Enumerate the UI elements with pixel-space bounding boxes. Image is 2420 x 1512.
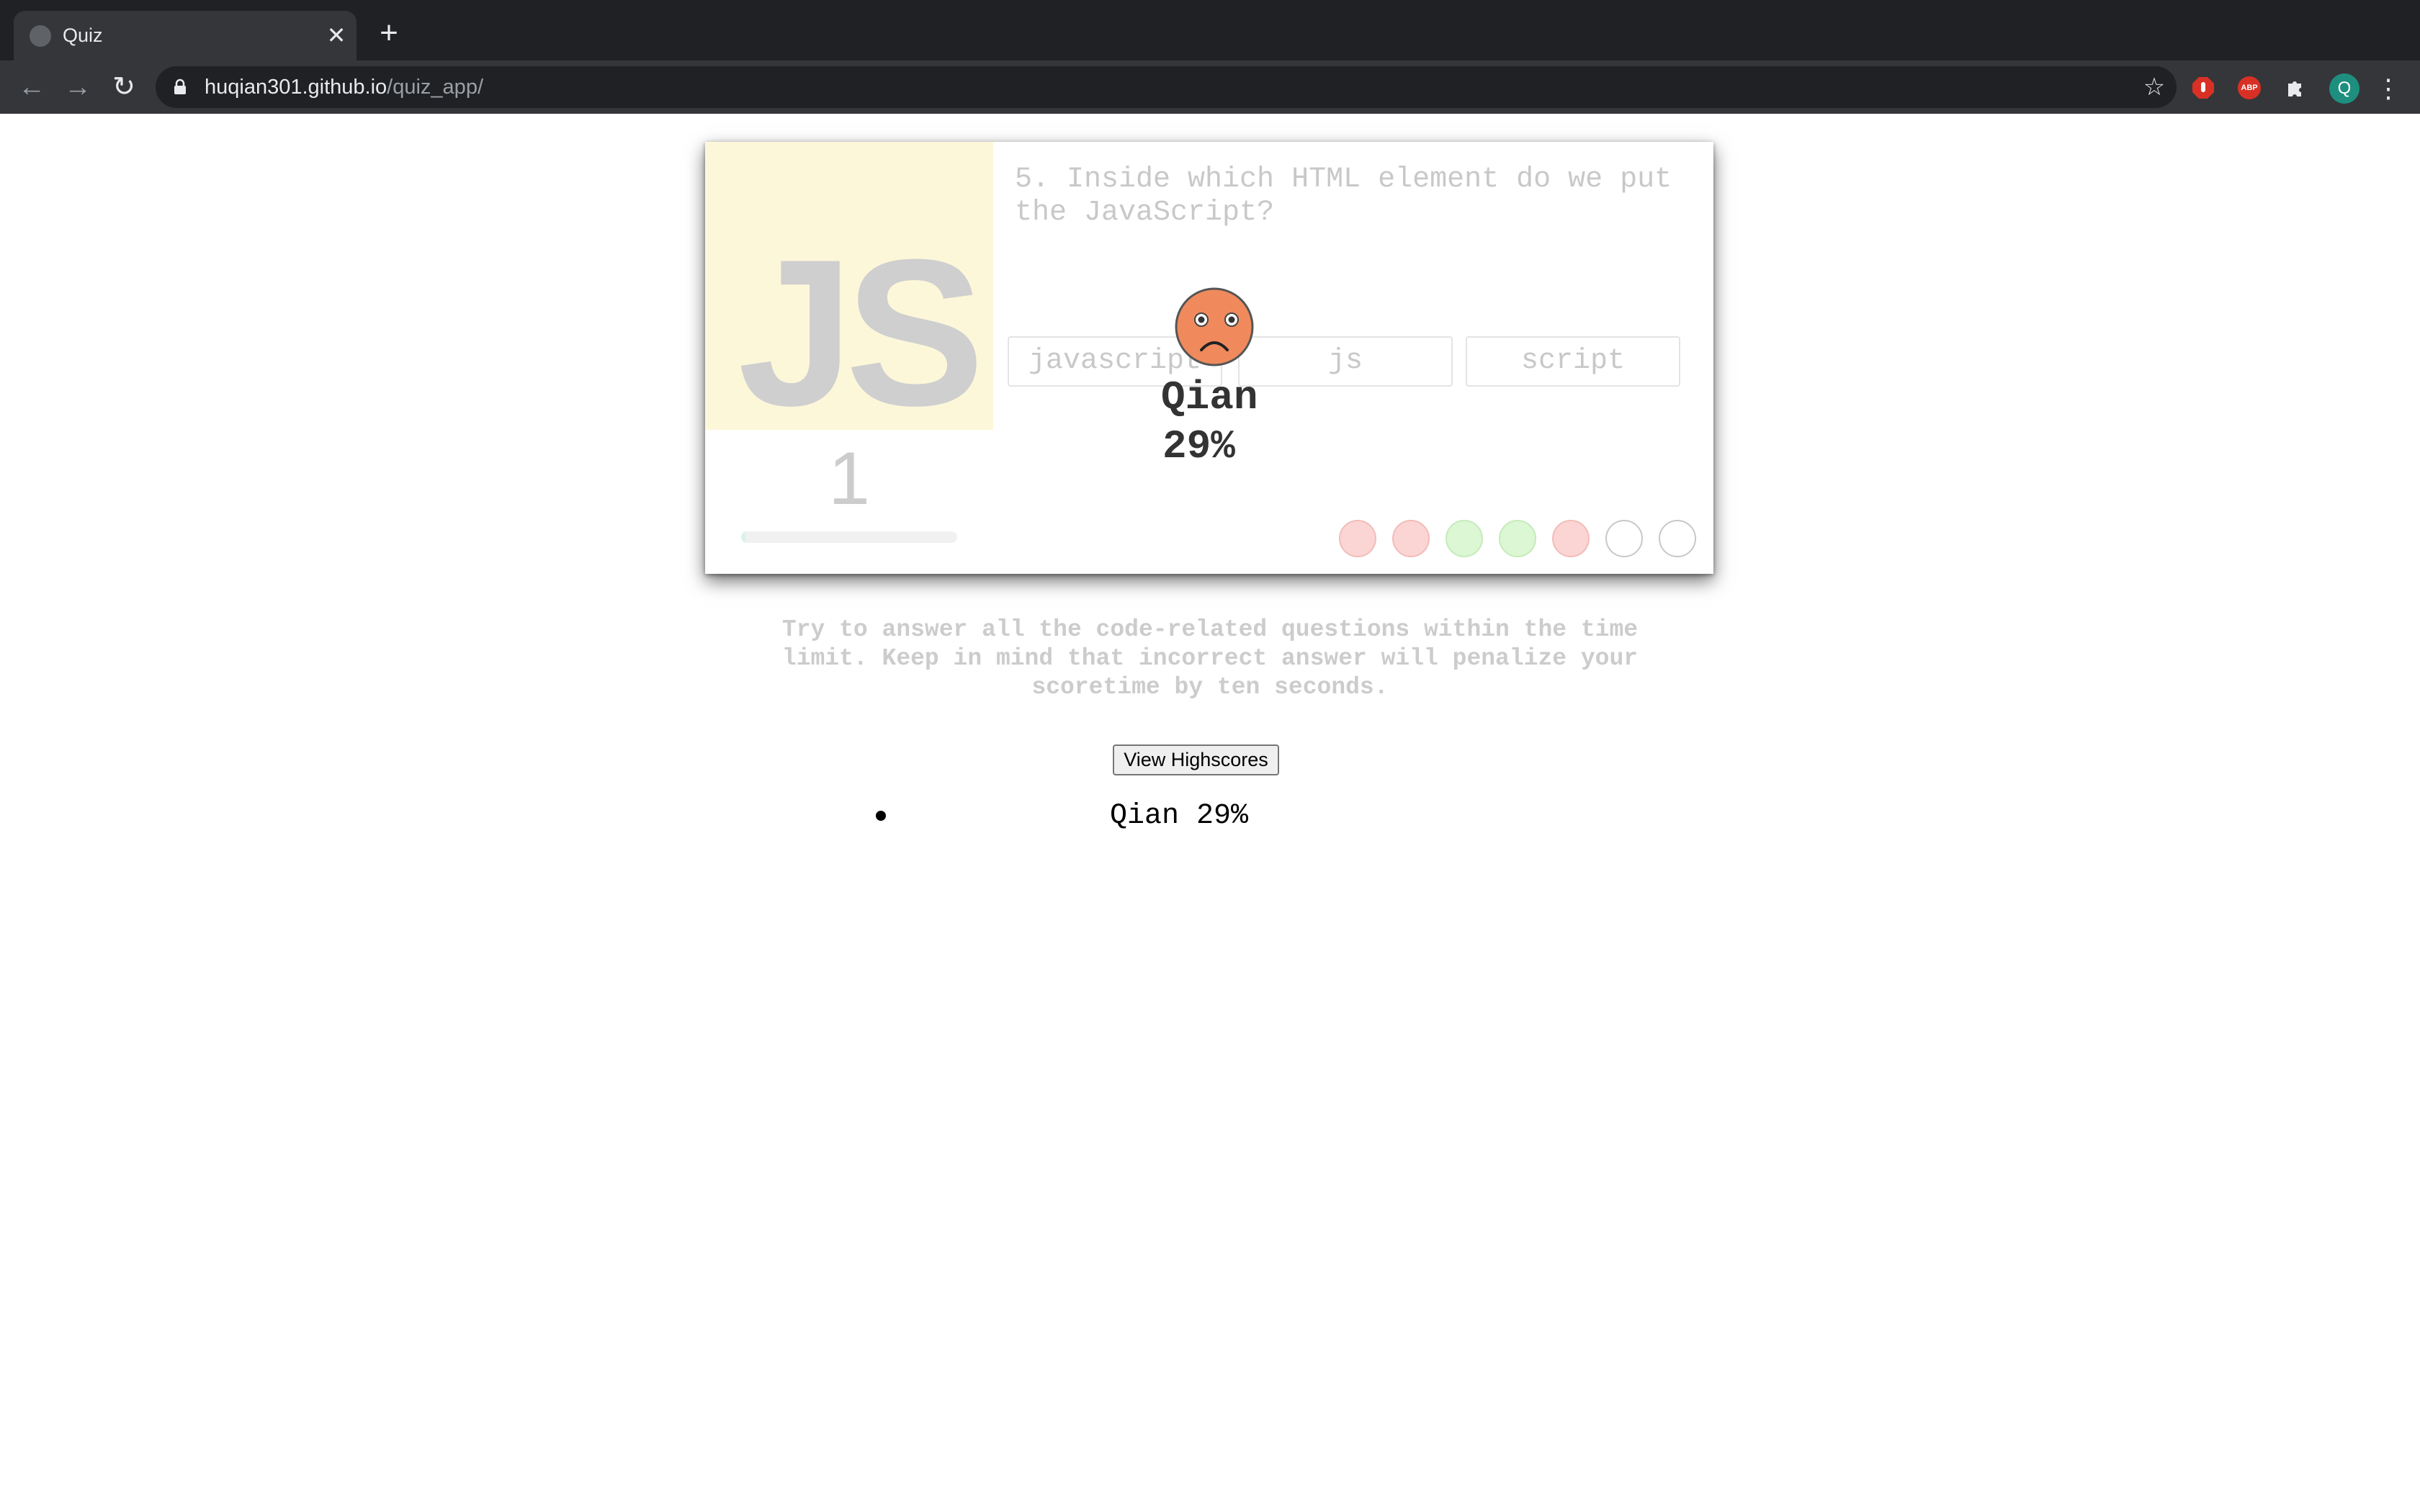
bookmark-star-icon[interactable]: ☆ bbox=[2139, 72, 2169, 102]
lock-icon bbox=[171, 78, 189, 96]
progress-dot-correct bbox=[1499, 520, 1536, 557]
address-bar[interactable]: huqian301.github.io/quiz_app/ ☆ bbox=[156, 66, 2177, 108]
abp-icon[interactable]: ABP bbox=[2238, 76, 2261, 99]
progress-dot-correct bbox=[1446, 520, 1483, 557]
url-text[interactable]: huqian301.github.io/quiz_app/ bbox=[205, 73, 483, 101]
new-tab-button[interactable]: + bbox=[373, 17, 405, 49]
tab-title: Quiz bbox=[63, 24, 103, 46]
globe-icon bbox=[30, 25, 51, 47]
profile-avatar[interactable]: Q bbox=[2329, 73, 2360, 104]
score-overlay: Qian 29% bbox=[1161, 287, 1269, 474]
browser-chrome: Quiz ✕ + ← → ↻ huqian301.github.io/quiz_… bbox=[0, 0, 2420, 114]
progress-dot-wrong bbox=[1339, 520, 1376, 557]
sad-face-icon bbox=[1175, 287, 1254, 366]
progress-dot-pending bbox=[1659, 520, 1696, 557]
timer-value: 1 bbox=[828, 437, 870, 521]
progress-dot-wrong bbox=[1552, 520, 1590, 557]
back-button[interactable]: ← bbox=[16, 71, 48, 103]
js-logo-text: JS bbox=[738, 216, 985, 449]
question-text: 5. Inside which HTML element do we put t… bbox=[1015, 163, 1672, 229]
url-host: huqian301.github.io bbox=[205, 76, 387, 99]
browser-tab[interactable]: Quiz ✕ bbox=[14, 11, 357, 60]
timer-bar-fill bbox=[741, 531, 745, 543]
browser-toolbar: ← → ↻ huqian301.github.io/quiz_app/ ☆ AB… bbox=[0, 60, 2420, 114]
forward-button[interactable]: → bbox=[62, 71, 94, 103]
browser-menu-icon[interactable]: ⋮ bbox=[2375, 73, 2401, 104]
tab-strip: Quiz ✕ + bbox=[0, 0, 2420, 60]
close-tab-icon[interactable]: ✕ bbox=[322, 21, 351, 50]
progress-dot-wrong bbox=[1392, 520, 1430, 557]
score-name: Qian bbox=[1161, 374, 1258, 420]
reload-button[interactable]: ↻ bbox=[108, 71, 140, 103]
highscore-entry: Qian 29% bbox=[1110, 800, 1249, 832]
view-highscores-button[interactable]: View Highscores bbox=[1113, 744, 1279, 775]
progress-dot-pending bbox=[1605, 520, 1643, 557]
answer-button-3[interactable]: script bbox=[1466, 336, 1680, 387]
bullet-icon bbox=[876, 811, 886, 821]
adblock-icon[interactable] bbox=[2192, 76, 2215, 99]
score-percent: 29% bbox=[1162, 423, 1235, 469]
timer-bar bbox=[741, 531, 957, 543]
puzzle-icon[interactable] bbox=[2284, 76, 2307, 99]
instructions-text: Try to answer all the code-related quest… bbox=[781, 616, 1639, 701]
url-path: /quiz_app/ bbox=[387, 76, 483, 99]
js-logo: JS bbox=[705, 142, 993, 437]
